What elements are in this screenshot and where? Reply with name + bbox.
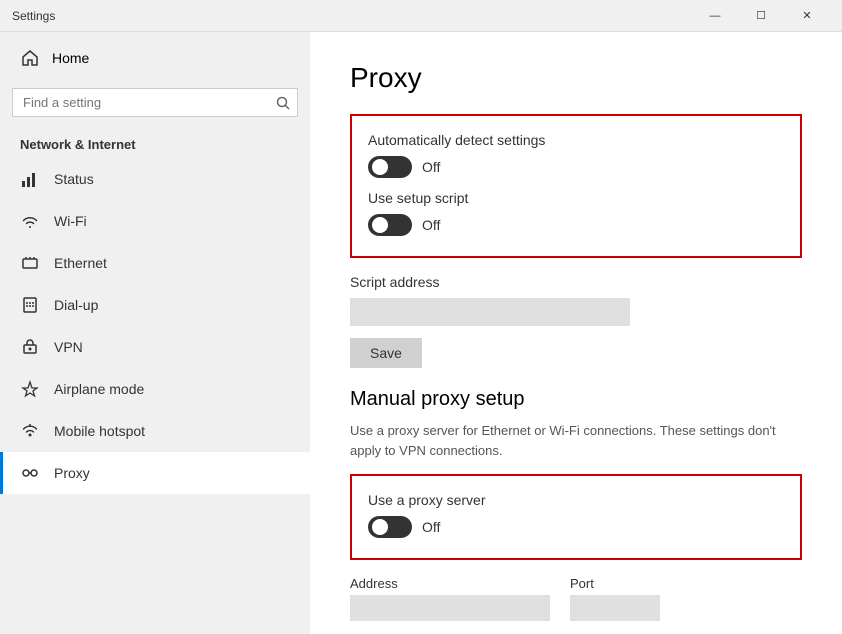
port-group: Port (570, 576, 660, 621)
minimize-button[interactable]: — (692, 0, 738, 32)
maximize-button[interactable]: ☐ (738, 0, 784, 32)
close-button[interactable]: ✕ (784, 0, 830, 32)
wifi-icon (20, 211, 40, 231)
sidebar-item-label: Dial-up (54, 297, 98, 313)
port-label: Port (570, 576, 660, 591)
titlebar-controls: — ☐ ✕ (692, 0, 830, 32)
auto-detect-toggle-label: Off (422, 159, 440, 175)
search-box (12, 88, 298, 117)
hotspot-icon (20, 421, 40, 441)
sidebar-item-vpn[interactable]: VPN (0, 326, 310, 368)
address-label: Address (350, 576, 550, 591)
port-input[interactable] (570, 595, 660, 621)
search-icon (276, 96, 290, 110)
use-proxy-label: Use a proxy server (368, 492, 784, 508)
app-container: Home Network & Internet S (0, 32, 842, 634)
sidebar-item-dialup[interactable]: Dial-up (0, 284, 310, 326)
auto-detect-toggle[interactable] (368, 156, 412, 178)
sidebar-item-airplane[interactable]: Airplane mode (0, 368, 310, 410)
sidebar-home-item[interactable]: Home (0, 32, 310, 84)
sidebar-item-label: Mobile hotspot (54, 423, 145, 439)
sidebar-item-ethernet[interactable]: Ethernet (0, 242, 310, 284)
proxy-icon (20, 463, 40, 483)
use-proxy-toggle-label: Off (422, 519, 440, 535)
titlebar-title: Settings (12, 9, 692, 23)
use-proxy-toggle-row: Off (368, 516, 784, 538)
sidebar-item-label: Ethernet (54, 255, 107, 271)
use-proxy-section: Use a proxy server Off (350, 474, 802, 560)
home-label: Home (52, 50, 89, 66)
setup-script-toggle[interactable] (368, 214, 412, 236)
sidebar-item-label: Airplane mode (54, 381, 144, 397)
setup-script-label: Use setup script (368, 190, 784, 206)
setup-script-toggle-row: Off (368, 214, 784, 236)
content-area: Proxy Automatically detect settings Off … (310, 32, 842, 634)
sidebar-item-wifi[interactable]: Wi-Fi (0, 200, 310, 242)
address-input[interactable] (350, 595, 550, 621)
address-port-row: Address Port (350, 576, 802, 621)
dialup-icon (20, 295, 40, 315)
sidebar-item-label: Status (54, 171, 94, 187)
sidebar-item-proxy[interactable]: Proxy (0, 452, 310, 494)
auto-detect-label: Automatically detect settings (368, 132, 784, 148)
script-address-label: Script address (350, 274, 802, 290)
sidebar-item-hotspot[interactable]: Mobile hotspot (0, 410, 310, 452)
status-icon (20, 169, 40, 189)
ethernet-icon (20, 253, 40, 273)
auto-detect-toggle-row: Off (368, 156, 784, 178)
search-input[interactable] (12, 88, 298, 117)
sidebar-item-status[interactable]: Status (0, 158, 310, 200)
home-icon (20, 48, 40, 68)
setup-script-toggle-label: Off (422, 217, 440, 233)
vpn-icon (20, 337, 40, 357)
sidebar-item-label: VPN (54, 339, 83, 355)
titlebar: Settings — ☐ ✕ (0, 0, 842, 32)
sidebar-item-label: Wi-Fi (54, 213, 87, 229)
script-address-input[interactable] (350, 298, 630, 326)
auto-detect-section: Automatically detect settings Off Use se… (350, 114, 802, 258)
manual-proxy-title: Manual proxy setup (350, 388, 802, 411)
manual-proxy-description: Use a proxy server for Ethernet or Wi-Fi… (350, 421, 780, 460)
address-group: Address (350, 576, 550, 621)
save-button[interactable]: Save (350, 338, 422, 368)
sidebar: Home Network & Internet S (0, 32, 310, 634)
sidebar-item-label: Proxy (54, 465, 90, 481)
section-label: Network & Internet (0, 129, 310, 158)
airplane-icon (20, 379, 40, 399)
use-proxy-toggle[interactable] (368, 516, 412, 538)
page-title: Proxy (350, 62, 802, 94)
